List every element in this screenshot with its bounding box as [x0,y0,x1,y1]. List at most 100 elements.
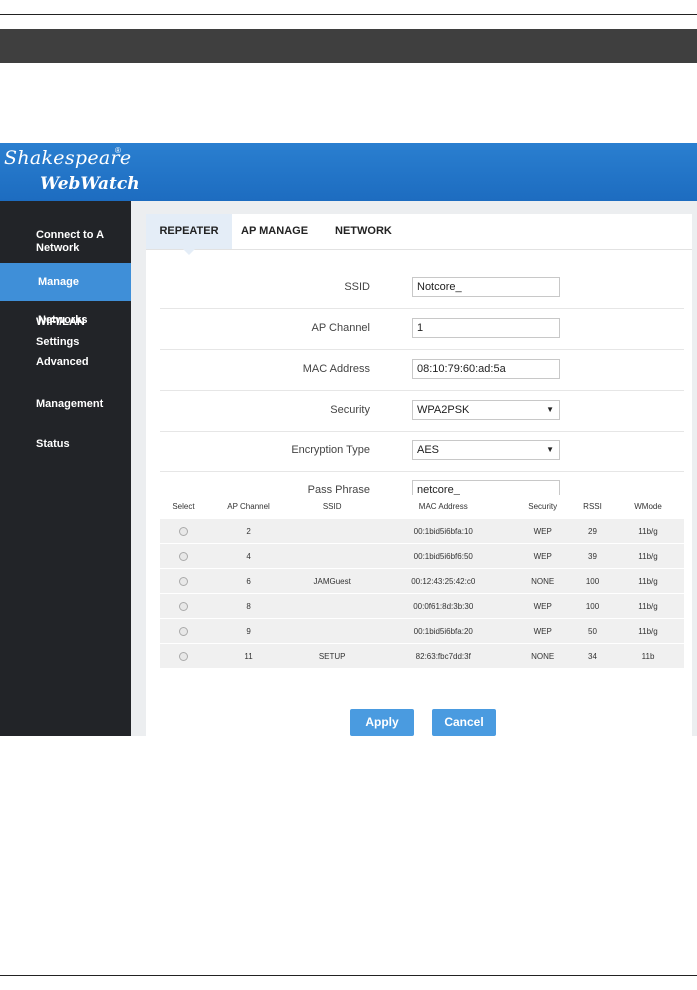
select-cell[interactable] [160,518,207,544]
section-header-bar [0,29,697,63]
sidebar-item-label: Advanced [36,356,89,368]
router-ui-screenshot: Shakespeare ® WebWatch Connect to A Netw… [0,143,697,736]
table-row[interactable]: 2 00:1bid5i6bfa:10 WEP 29 11b/g [160,518,684,544]
security-cell: WEP [512,618,573,644]
mac-address-label: MAC Address [302,363,370,375]
sidebar-item-label: WIFI/LAN Settings [36,316,85,348]
select-cell[interactable] [160,618,207,644]
col-wmode: WMode [612,495,684,519]
rssi-cell: 29 [572,518,613,544]
sidebar-item-management[interactable]: Management [0,394,131,414]
wmode-cell: 11b [612,643,684,668]
security-cell: WEP [512,543,573,569]
main-content: REPEATER AP MANAGE NETWORK SSID Notcore_… [131,201,697,736]
tab-bar: REPEATER AP MANAGE NETWORK [146,214,692,255]
sidebar-item-label: Management [36,398,104,410]
channel-cell: 4 [206,543,291,569]
ssid-cell: SETUP [290,643,375,668]
security-cell: NONE [512,568,573,594]
brand-logo: Shakespeare ® WebWatch [4,145,140,199]
select-cell[interactable] [160,643,207,668]
tab-ap-manage[interactable]: AP MANAGE [241,214,308,249]
ssid-cell [290,518,375,544]
channel-cell: 11 [206,643,291,668]
security-cell: WEP [512,593,573,619]
product-name: WebWatch [40,174,140,194]
table-row[interactable]: 6 JAMGuest 00:12:43:25:42:c0 NONE 100 11… [160,568,684,594]
rssi-cell: 100 [572,568,613,594]
table-header-row: Select AP Channel SSID MAC Address Secur… [160,495,684,519]
cancel-button[interactable]: Cancel [432,709,496,736]
channel-cell: 6 [206,568,291,594]
col-select: Select [160,495,207,519]
tab-repeater[interactable]: REPEATER [146,214,232,249]
radio-button-icon[interactable] [178,551,188,561]
channel-cell: 8 [206,593,291,619]
radio-button-icon[interactable] [178,626,188,636]
sidebar-item-label: Connect to A [36,229,105,241]
radio-button-icon[interactable] [178,651,188,661]
radio-button-icon[interactable] [178,601,188,611]
triangle-down-icon: ▼ [546,405,554,414]
sidebar-item-label: Network [36,242,80,254]
sidebar: Connect to A Network Manage Networks WIF… [0,201,131,736]
table-row[interactable]: 8 00:0f61:8d:3b:30 WEP 100 11b/g [160,593,684,619]
ssid-input[interactable]: Notcore_ [412,277,560,297]
mac-cell: 00:1bid5i6bfa:20 [374,618,513,644]
ssid-cell: JAMGuest [290,568,375,594]
security-label: Security [330,404,370,416]
security-row: Security WPA2PSK ▼ [160,391,684,432]
table-row[interactable]: 11 SETUP 82:63:fbc7dd:3f NONE 34 11b [160,643,684,668]
ssid-cell [290,593,375,619]
sidebar-item-wifi-lan[interactable]: WIFI/LAN Settings [0,312,131,348]
col-rssi: RSSI [572,495,613,519]
table-row[interactable]: 9 00:1bid5i6bfa:20 WEP 50 11b/g [160,618,684,644]
app-header: Shakespeare ® WebWatch [0,143,697,201]
mac-address-input[interactable]: 08:10:79:60:ad:5a [412,359,560,379]
select-cell[interactable] [160,568,207,594]
apply-button[interactable]: Apply [350,709,414,736]
col-security: Security [512,495,573,519]
sidebar-item-connect[interactable]: Connect to A Network [0,229,131,255]
encryption-row: Encryption Type AES ▼ [160,431,684,472]
wmode-cell: 11b/g [612,618,684,644]
security-select[interactable]: WPA2PSK ▼ [412,400,560,420]
sidebar-item-label: Status [36,438,70,450]
mac-cell: 00:1bid5i6bf6:50 [374,543,513,569]
ssid-cell [290,543,375,569]
mac-cell: 00:1bid5i6bfa:10 [374,518,513,544]
mac-cell: 00:0f61:8d:3b:30 [374,593,513,619]
wmode-cell: 11b/g [612,568,684,594]
rssi-cell: 39 [572,543,613,569]
rssi-cell: 100 [572,593,613,619]
radio-button-icon[interactable] [178,576,188,586]
sidebar-item-status[interactable]: Status [0,434,131,454]
channel-cell: 2 [206,518,291,544]
select-cell[interactable] [160,593,207,619]
bottom-rule [0,975,697,976]
settings-panel: REPEATER AP MANAGE NETWORK SSID Notcore_… [146,214,692,736]
col-mac-address: MAC Address [374,495,513,519]
security-cell: NONE [512,643,573,668]
mac-cell: 00:12:43:25:42:c0 [374,568,513,594]
encryption-select[interactable]: AES ▼ [412,440,560,460]
radio-button-icon[interactable] [178,526,188,536]
col-ssid: SSID [290,495,375,519]
active-tab-caret [183,249,195,255]
table-row[interactable]: 4 00:1bid5i6bf6:50 WEP 39 11b/g [160,543,684,569]
rssi-cell: 50 [572,618,613,644]
tab-network[interactable]: NETWORK [335,214,392,249]
wmode-cell: 11b/g [612,518,684,544]
encryption-select-value: AES [417,444,440,456]
select-cell[interactable] [160,543,207,569]
ap-channel-input[interactable]: 1 [412,318,560,338]
sidebar-item-advanced[interactable]: Advanced [0,352,131,372]
security-cell: WEP [512,518,573,544]
mac-address-row: MAC Address 08:10:79:60:ad:5a [160,350,684,391]
mac-cell: 82:63:fbc7dd:3f [374,643,513,668]
wmode-cell: 11b/g [612,593,684,619]
brand-name: Shakespeare [4,147,132,169]
registered-mark: ® [115,146,121,155]
ap-scan-table: Select AP Channel SSID MAC Address Secur… [160,495,684,668]
sidebar-item-manage-networks[interactable]: Manage Networks [0,263,131,326]
